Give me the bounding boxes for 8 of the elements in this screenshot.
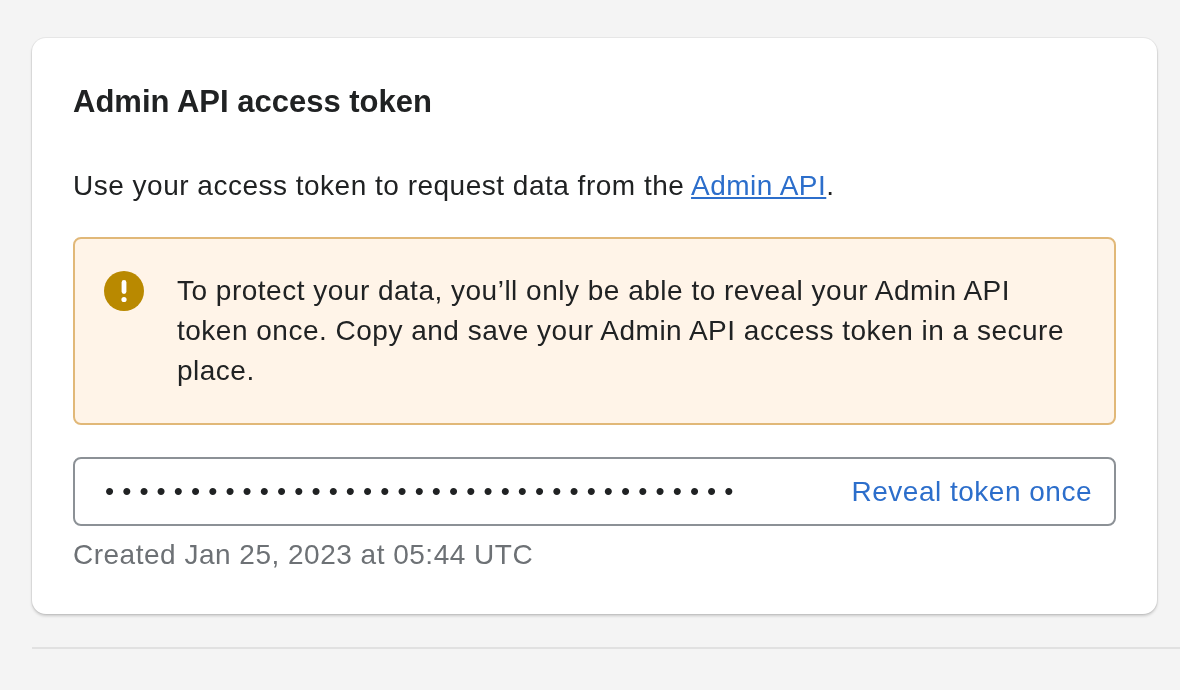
- warning-message: To protect your data, you’ll only be able to reveal your Admin API token once. Copy and save your Admin API access token in a secure place.: [177, 274, 1065, 388]
- card-title: Admin API access token: [73, 83, 433, 121]
- created-date-text: Created Jan 25, 2023 at 05:44 UTC: [73, 538, 535, 572]
- exclamation-circle-icon: [104, 271, 144, 311]
- admin-api-link[interactable]: Admin API: [691, 170, 827, 201]
- reveal-token-button[interactable]: Reveal token once: [851, 471, 1092, 512]
- token-field[interactable]: ••••••••••••••••••••••••••••••••••••• Reveal token once: [73, 457, 1116, 526]
- description-text: Use your access token to request data from the Admin API.: [73, 169, 836, 203]
